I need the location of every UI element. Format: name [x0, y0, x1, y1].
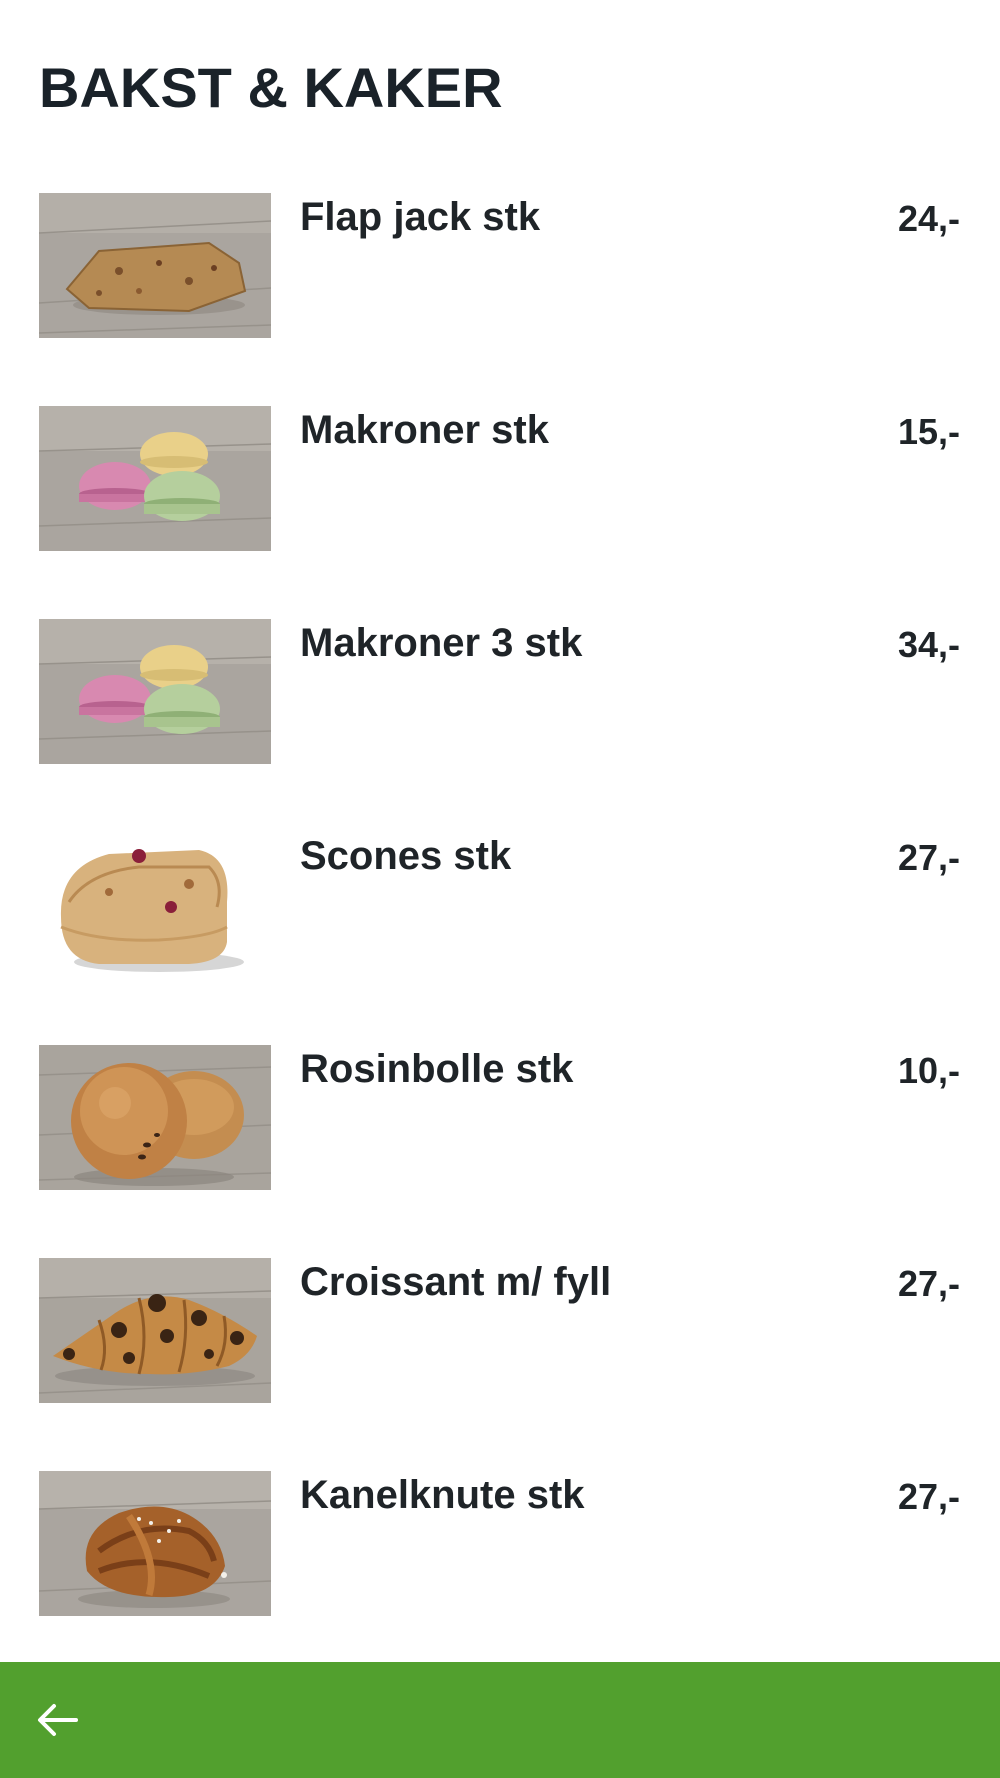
product-list: Flap jack stk 24,- Makroner stk 15,- Mak…: [0, 193, 1000, 1684]
list-item[interactable]: Rosinbolle stk 10,-: [0, 1045, 1000, 1190]
product-price: 15,-: [897, 411, 960, 452]
list-item[interactable]: Kanelknute stk 27,-: [0, 1471, 1000, 1616]
product-name: Rosinbolle stk: [300, 1047, 574, 1091]
product-name: Makroner stk: [300, 408, 549, 452]
product-image-flapjack: [39, 193, 271, 338]
product-image-croissant: [39, 1258, 271, 1403]
arrow-left-icon[interactable]: [36, 1702, 80, 1738]
list-item[interactable]: Croissant m/ fyll 27,-: [0, 1258, 1000, 1403]
product-image-raisin-bun: [39, 1045, 271, 1190]
page-title: BAKST & KAKER: [39, 56, 503, 119]
product-image-macarons: [39, 406, 271, 551]
product-price: 24,-: [897, 198, 960, 239]
product-price: 10,-: [897, 1050, 960, 1091]
list-item[interactable]: Makroner 3 stk 34,-: [0, 619, 1000, 764]
back-button[interactable]: [28, 1690, 88, 1750]
product-price: 27,-: [897, 1476, 960, 1517]
product-price: 34,-: [897, 624, 960, 665]
product-name: Flap jack stk: [300, 195, 541, 239]
product-image-scone: [39, 832, 271, 977]
bottom-bar: [0, 1662, 1000, 1778]
product-image-cinnamon-knot: [39, 1471, 271, 1616]
product-name: Makroner 3 stk: [300, 621, 583, 665]
product-price: 27,-: [897, 837, 960, 878]
list-item[interactable]: Flap jack stk 24,-: [0, 193, 1000, 338]
list-item[interactable]: Scones stk 27,-: [0, 832, 1000, 977]
product-name: Scones stk: [300, 834, 512, 878]
product-image-macarons: [39, 619, 271, 764]
list-item[interactable]: Makroner stk 15,-: [0, 406, 1000, 551]
product-name: Croissant m/ fyll: [300, 1260, 612, 1304]
product-price: 27,-: [897, 1263, 960, 1304]
product-name: Kanelknute stk: [300, 1473, 585, 1517]
